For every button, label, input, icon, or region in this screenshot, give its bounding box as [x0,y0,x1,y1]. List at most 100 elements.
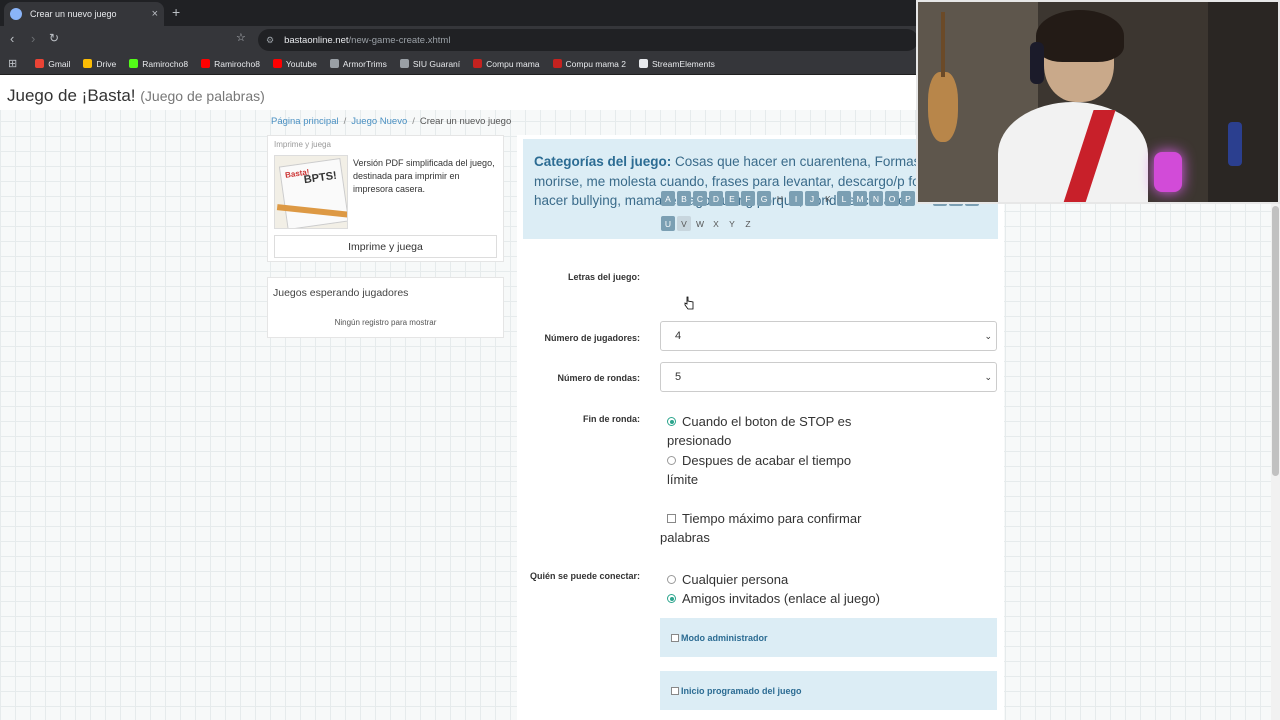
waiting-games-heading: Juegos esperando jugadores [273,287,409,299]
tab-title: Crear un nuevo juego [30,9,117,19]
breadcrumb-current: Crear un nuevo juego [419,116,512,127]
webcam-guitar [928,72,958,142]
letter-toggle-o[interactable]: O [885,191,899,206]
letter-toggle-v[interactable]: V [677,216,691,231]
print-description: Versión PDF simplificada del juego, dest… [353,158,495,194]
chevron-down-icon: ⌄ [984,372,992,382]
url-host: bastaonline.net [284,34,349,46]
bookmark-item[interactable]: Gmail [35,59,70,69]
bookmark-label: Compu mama [486,58,540,69]
thumbnail-sheet: Basta! BPTS! [278,157,347,228]
letter-toggle-z[interactable]: Z [741,216,755,231]
letter-toggle-y[interactable]: Y [725,216,739,231]
bookmark-item[interactable]: Drive [83,59,116,69]
who-option-anyone[interactable]: Cualquier persona [667,570,882,589]
letter-toggle-m[interactable]: M [853,191,867,206]
bookmark-star-icon[interactable]: ☆ [236,31,246,44]
letter-toggle-e[interactable]: E [725,191,739,206]
breadcrumb-home-link[interactable]: Página principal [271,116,339,127]
bookmark-favicon-icon [552,59,562,68]
letter-toggle-f[interactable]: F [741,191,755,206]
back-arrow-icon[interactable]: ‹ [10,31,14,46]
bookmark-favicon-icon [399,59,409,68]
round-end-label: Fin de ronda: [583,414,640,424]
browser-tab[interactable]: Crear un nuevo juego × [4,2,164,26]
bookmark-item[interactable]: StreamElements [639,59,715,69]
scrollbar-thumb[interactable] [1272,206,1279,476]
letter-toggle-a[interactable]: A [661,191,675,206]
checkbox-icon[interactable] [667,514,676,523]
radio-selected-icon[interactable] [667,417,676,426]
site-subtitle: (Juego de palabras) [140,88,265,104]
max-time-option[interactable]: Tiempo máximo para confirmar palabras [660,509,890,547]
categories-label: Categorías del juego: [534,154,672,169]
bookmark-item[interactable]: Ramirocho8 [201,59,260,69]
letters-label: Letras del juego: [567,272,640,282]
bookmark-item[interactable]: Compu mama 2 [552,58,626,69]
letter-toggle-b[interactable]: B [677,191,691,206]
rounds-label: Número de rondas: [557,373,640,383]
scheduled-start-box[interactable]: Inicio programado del juego [660,671,997,710]
webcam-rgb-light [1154,152,1182,192]
radio-selected-icon[interactable] [667,594,676,603]
rounds-select[interactable]: 5 ⌄ [660,362,997,392]
round-end-time-label: Despues de acabar el tiempo límite [667,453,852,487]
letter-toggle-w[interactable]: W [693,216,707,231]
bookmark-favicon-icon [83,59,93,68]
bookmark-label: Youtube [285,58,317,69]
letter-toggle-d[interactable]: D [709,191,723,206]
breadcrumb-new-game-link[interactable]: Juego Nuevo [351,116,407,127]
admin-mode-label: Modo administrador [681,632,768,643]
new-tab-icon[interactable]: + [172,4,180,20]
reload-icon[interactable]: ↻ [49,31,59,45]
letter-toggle-x[interactable]: X [709,216,723,231]
apps-grid-icon[interactable]: ⊞ [8,57,17,70]
bookmark-label: StreamElements [652,58,715,69]
bookmark-item[interactable]: Ramirocho8 [129,59,188,69]
letter-toggle-j[interactable]: J [805,191,819,206]
bookmark-label: Compu mama 2 [565,58,626,69]
bookmark-favicon-icon [201,59,211,68]
bookmark-label: Drive [96,58,117,69]
hand-cursor-icon [684,296,694,310]
checkbox-icon[interactable] [671,686,679,695]
bookmark-item[interactable]: ArmorTrims [329,59,387,69]
bookmark-item[interactable]: Youtube [272,58,317,69]
checkbox-icon[interactable] [671,633,679,642]
print-game-thumbnail[interactable]: Basta! BPTS! [274,155,348,229]
bookmark-favicon-icon [129,59,139,68]
letter-toggle-n[interactable]: N [869,191,883,206]
letter-toggle-i[interactable]: I [789,191,803,206]
admin-mode-box[interactable]: Modo administrador [660,618,997,657]
waiting-games-empty: Ningún registro para mostrar [334,318,437,327]
forward-arrow-icon[interactable]: › [31,31,35,46]
bookmark-item[interactable]: SIU Guaraní [399,59,460,69]
letter-toggle-g[interactable]: G [757,191,771,206]
round-end-option-time[interactable]: Despues de acabar el tiempo límite [667,451,882,489]
close-tab-icon[interactable]: × [152,8,158,20]
print-and-play-button[interactable]: Imprime y juega [274,235,497,258]
round-end-option-stop[interactable]: Cuando el boton de STOP es presionado [667,412,882,450]
site-info-icon[interactable]: ⚙ [266,35,274,46]
bookmark-label: Ramirocho8 [214,58,260,69]
letter-toggle-u[interactable]: U [661,216,675,231]
site-title[interactable]: Juego de ¡Basta! (Juego de palabras) [7,86,265,106]
letter-toggle-l[interactable]: L [837,191,851,206]
bookmark-item[interactable]: Compu mama [473,58,540,69]
site-title-text: Juego de ¡Basta! [7,86,136,105]
radio-unselected-icon[interactable] [667,575,676,584]
letter-toggle-h[interactable]: H [773,191,787,206]
letter-toggle-p[interactable]: P [901,191,915,206]
who-option-friends[interactable]: Amigos invitados (enlace al juego) [667,589,907,608]
address-bar[interactable]: ⚙ bastaonline.net/new-game-create.xhtml [258,29,918,51]
waiting-games-panel: Juegos esperando jugadores Ningún regist… [267,277,504,338]
letter-toggle-c[interactable]: C [693,191,707,206]
webcam-person-hair [1036,10,1124,62]
bookmark-favicon-icon [473,59,483,68]
radio-unselected-icon[interactable] [667,456,676,465]
webcam-headset [1030,42,1044,84]
players-select[interactable]: 4 ⌄ [660,321,997,351]
bookmark-label: Gmail [48,58,71,69]
letter-toggle-k[interactable]: K [821,191,835,206]
webcam-bottle [1228,122,1242,166]
